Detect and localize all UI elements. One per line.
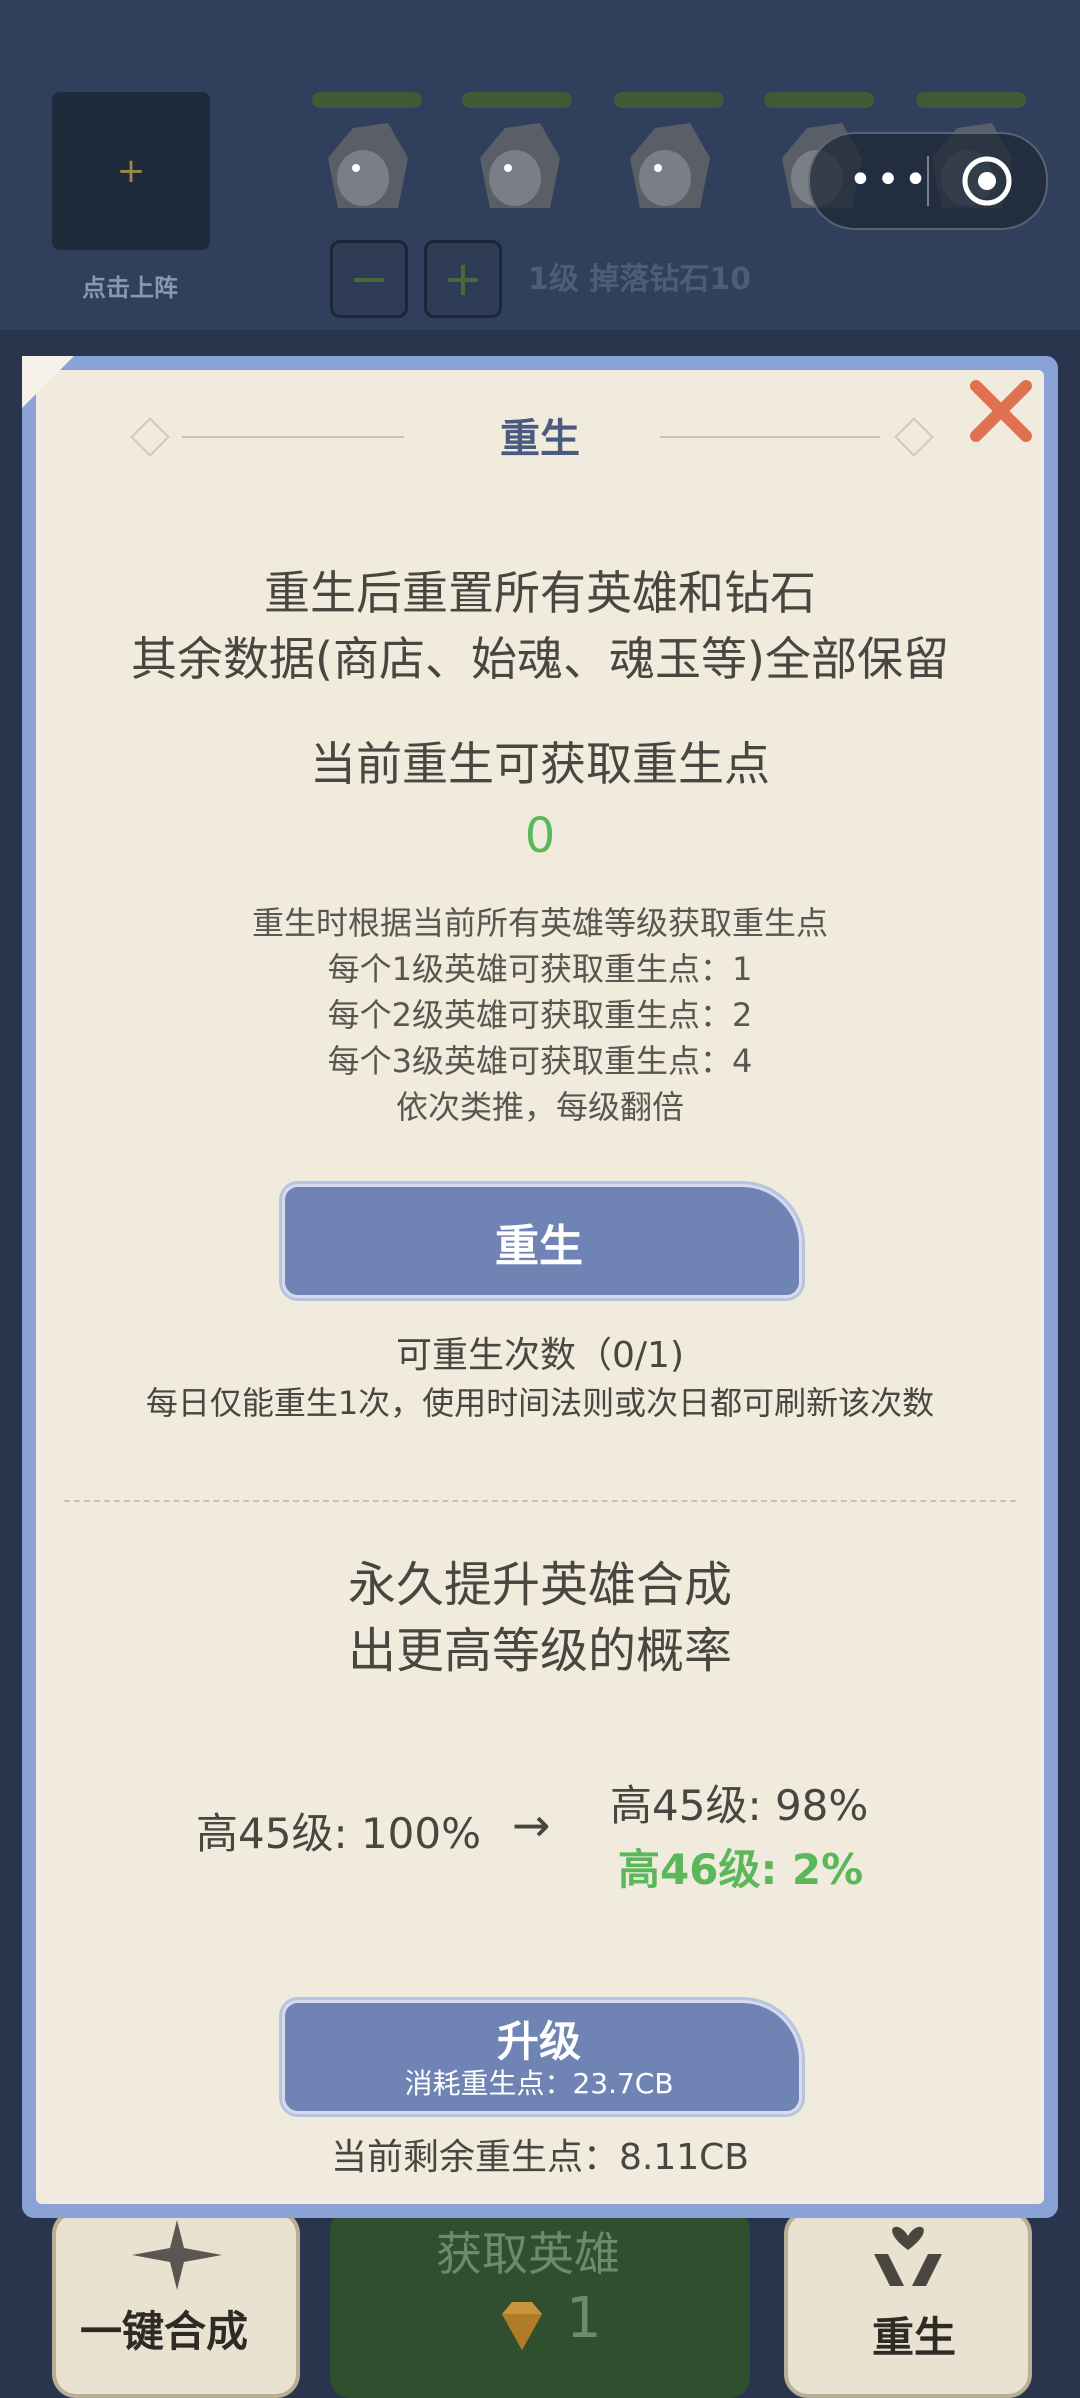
plus-icon: + [116, 151, 146, 191]
rebirth-button-label: 重生 [495, 1221, 583, 1272]
level-decrease-button[interactable]: − [330, 240, 408, 318]
auto-merge-label: 一键合成 [80, 2307, 249, 2356]
description-line: 重生后重置所有英雄和钻石 [264, 566, 816, 620]
current-probability: 高45级: 100% [196, 1809, 482, 1858]
permanent-upgrade-title: 永久提升英雄合成 出更高等级的概率 [36, 1552, 1044, 1684]
description-line: 其余数据(商店、始魂、魂玉等)全部保留 [131, 632, 949, 686]
upgrade-button-label: 升级 [496, 2017, 581, 2066]
current-points-value: 0 [524, 808, 556, 864]
enemy-monster-icon [480, 123, 560, 208]
get-hero-label: 获取英雄 [436, 2227, 620, 2281]
permanent-line: 出更高等级的概率 [347, 1623, 732, 1679]
corner-fold [22, 356, 74, 408]
rebirth-tab-label: 重生 [872, 2313, 957, 2362]
enemy-hp-bar [614, 92, 724, 108]
miniprogram-capsule: ••• [808, 132, 1048, 230]
sparkle-icon [132, 2220, 222, 2290]
rebirth-count: 可重生次数（0/1) [396, 1335, 684, 1376]
plus-icon: + [442, 251, 484, 307]
hands-heart-icon [874, 2226, 942, 2286]
section-divider [64, 1500, 1016, 1502]
rule-line: 每个3级英雄可获取重生点：4 [327, 1042, 753, 1080]
rule-line: 重生时根据当前所有英雄等级获取重生点 [251, 904, 828, 942]
diamond-icon [502, 2302, 542, 2350]
enemy-monster-icon [328, 123, 408, 208]
rebirth-note: 每日仅能重生1次，使用时间法则或次日都可刷新该次数 [145, 1384, 935, 1422]
enemy-hp-bar [312, 92, 422, 108]
rebirth-description: 重生后重置所有英雄和钻石 其余数据(商店、始魂、魂玉等)全部保留 [36, 560, 1044, 692]
level-info: 1级 掉落钻石10 [528, 262, 752, 297]
next-probability-1: 高45级: 98% [610, 1781, 869, 1830]
more-menu-button[interactable]: ••• [840, 158, 940, 202]
enemy-monster-icon [630, 123, 710, 208]
enemy-hp-bar [916, 92, 1026, 108]
close-miniprogram-icon[interactable] [960, 154, 1014, 208]
slot-caption: 点击上阵 [82, 274, 178, 302]
rebirth-rules: 重生时根据当前所有英雄等级获取重生点 每个1级英雄可获取重生点：1 每个2级英雄… [36, 900, 1044, 1130]
arrow-right-icon: → [512, 1798, 551, 1852]
permanent-line: 永久提升英雄合成 [347, 1557, 732, 1613]
get-hero-cost: 1 [566, 2286, 602, 2351]
remaining-points: 当前剩余重生点：8.11CB [331, 2137, 749, 2178]
enemy-hp-bar [764, 92, 874, 108]
level-increase-button[interactable]: + [424, 240, 502, 318]
minus-icon: − [348, 251, 390, 307]
capsule-divider [927, 156, 929, 206]
next-probability-2: 高46级: 2% [618, 1845, 864, 1894]
rule-line: 每个2级英雄可获取重生点：2 [327, 996, 753, 1034]
current-points-label: 当前重生可获取重生点 [310, 737, 770, 791]
rule-line: 每个1级英雄可获取重生点：1 [327, 950, 753, 988]
rule-line: 依次类推，每级翻倍 [395, 1088, 684, 1126]
upgrade-cost: 消耗重生点：23.7CB [404, 2067, 674, 2100]
enemy-hp-bar [462, 92, 572, 108]
dialog-title: 重生 [500, 416, 580, 462]
empty-hero-slot[interactable]: + [52, 92, 210, 250]
